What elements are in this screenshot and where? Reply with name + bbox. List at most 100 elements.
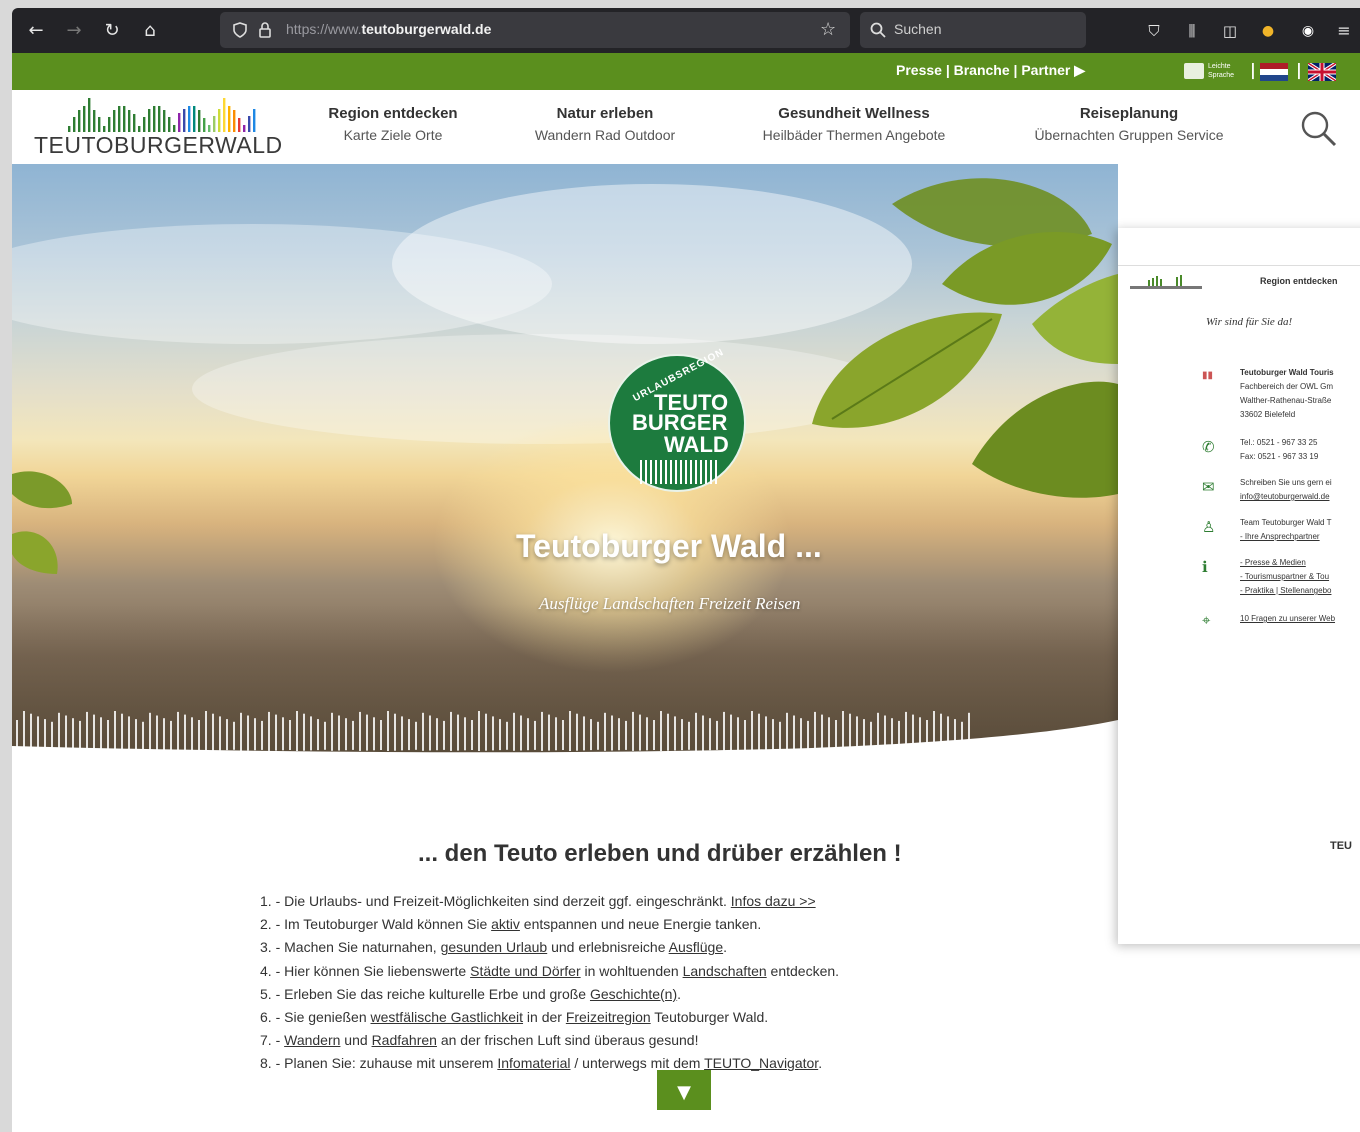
address-bar[interactable]: https://www.teutoburgerwald.de ☆ <box>220 12 850 48</box>
nav-natur-erleben[interactable]: Natur erleben Wandern Rad Outdoor <box>518 105 692 143</box>
library-icon[interactable]: ⫼ <box>1180 19 1204 43</box>
back-icon[interactable]: ← <box>24 19 48 43</box>
easy-language-button[interactable]: Leichte Sprache <box>1184 60 1244 82</box>
region-badge-logo: URLAUBSREGION TEUTO BURGER WALD <box>608 347 746 492</box>
site-logo[interactable]: TEUTOBURGERWALD <box>12 90 282 164</box>
leaves-left-image <box>12 471 72 574</box>
list-link[interactable]: Städte und Dörfer <box>470 963 581 979</box>
list-link[interactable]: TEUTO_Navigator <box>704 1055 818 1071</box>
list-link[interactable]: Geschichte(n) <box>590 986 677 1002</box>
list-text: an der frischen Luft sind überaus gesund… <box>436 1032 699 1049</box>
list-text: Teutoburger Wald. <box>650 1008 769 1025</box>
shield-icon <box>233 22 247 38</box>
write-line: Schreiben Sie uns gern ei <box>1240 478 1332 487</box>
list-item: 3. - Machen Sie naturnahen, gesunden Url… <box>260 936 839 959</box>
press-branch-partner-links[interactable]: Presse | Branche | Partner ▶ <box>896 62 1085 79</box>
list-link[interactable]: westfälische Gastlichkeit <box>371 1009 524 1025</box>
target-icon: ⌖ <box>1202 612 1211 629</box>
dutch-flag-icon[interactable] <box>1260 63 1288 81</box>
browser-search-field[interactable]: Suchen <box>860 12 1086 48</box>
contact-overlay-panel: Region entdecken Wir sind für Sie da! ▮▮… <box>1118 228 1360 944</box>
list-text: . <box>677 985 682 1002</box>
sidebar-icon[interactable]: ◫ <box>1218 19 1242 43</box>
press-link-text: - Presse & Medien <box>1240 558 1306 567</box>
panel-nav-label[interactable]: Region entdecken <box>1260 276 1338 286</box>
list-text: in der <box>523 1008 566 1025</box>
press-link[interactable]: - Presse & Medien <box>1240 556 1331 570</box>
hero-banner: URLAUBSREGION TEUTO BURGER WALD Teutobur… <box>12 164 1118 764</box>
browser-window: ← → ↻ ⌂ https://www.teutoburgerwald.de ☆… <box>12 8 1360 1132</box>
home-icon[interactable]: ⌂ <box>138 19 162 43</box>
list-text: 2. - Im Teutoburger Wald können Sie <box>260 916 492 933</box>
uk-flag-icon[interactable] <box>1308 63 1336 81</box>
list-link[interactable]: Landschaften <box>683 963 767 979</box>
org-line: Walther-Rathenau-Straße <box>1240 396 1332 405</box>
site-search-icon[interactable] <box>1300 110 1338 148</box>
list-text: 7. - <box>260 1032 285 1049</box>
org-logo-icon: ▮▮ <box>1202 370 1214 381</box>
bookmark-star-icon[interactable]: ☆ <box>820 19 836 40</box>
logo-bars-icon <box>68 98 256 132</box>
reload-icon[interactable]: ↻ <box>100 19 124 43</box>
list-link[interactable]: Ausflüge <box>669 939 723 955</box>
list-link[interactable]: aktiv <box>491 916 520 932</box>
nav-main-label: Region entdecken <box>328 105 458 122</box>
list-link[interactable]: Freizeitregion <box>566 1009 651 1025</box>
list-item: 2. - Im Teutoburger Wald können Sie akti… <box>260 913 839 936</box>
list-text: 4. - Hier können Sie liebenswerte <box>260 962 471 979</box>
nav-reiseplanung[interactable]: Reiseplanung Übernachten Gruppen Service <box>1016 105 1242 143</box>
contacts-link-text: - Ihre Ansprechpartner <box>1240 532 1320 541</box>
list-text: in wohltuenden <box>580 962 683 979</box>
contacts-link[interactable]: - Ihre Ansprechpartner <box>1240 530 1331 544</box>
org-line: Fachbereich der OWL Gm <box>1240 382 1334 391</box>
list-text: und erlebnisreiche <box>547 939 669 956</box>
mail-icon: ✉ <box>1202 479 1215 496</box>
list-item: 6. - Sie genießen westfälische Gastlichk… <box>260 1006 839 1029</box>
nav-sub-label: Wandern Rad Outdoor <box>534 127 676 143</box>
list-link[interactable]: Wandern <box>284 1032 340 1048</box>
account-icon[interactable]: ◉ <box>1296 19 1320 43</box>
jobs-link[interactable]: - Praktika | Stellenangebo <box>1240 584 1331 598</box>
highlights-list: 1. - Die Urlaubs- und Freizeit-Möglichke… <box>260 890 839 1076</box>
nav-main-label: Reiseplanung <box>1079 105 1179 122</box>
easy-language-label: Leichte Sprache <box>1208 63 1235 79</box>
divider: | <box>1296 60 1302 79</box>
easy-language-icon <box>1184 63 1204 79</box>
person-icon: ♙ <box>1202 519 1216 536</box>
nav-gesundheit-wellness[interactable]: Gesundheit Wellness Heilbäder Thermen An… <box>742 105 966 143</box>
list-text: 8. - Planen Sie: zuhause mit unserem <box>260 1055 498 1072</box>
nav-sub-label: Übernachten Gruppen Service <box>1034 127 1224 143</box>
phone-line: Tel.: 0521 - 967 33 25 <box>1240 438 1318 447</box>
list-link[interactable]: Radfahren <box>372 1032 437 1048</box>
org-line: 33602 Bielefeld <box>1240 410 1296 419</box>
nav-main-label: Gesundheit Wellness <box>778 105 930 122</box>
menu-icon[interactable]: ≡ <box>1332 19 1356 43</box>
faq-link-text: 10 Fragen zu unserer Web <box>1240 614 1336 623</box>
url-text: https://www.teutoburgerwald.de <box>286 21 492 37</box>
forward-icon[interactable]: → <box>62 19 86 43</box>
nav-region-entdecken[interactable]: Region entdecken Karte Ziele Orte <box>308 105 478 143</box>
list-link[interactable]: Infos dazu >> <box>731 893 816 909</box>
browser-toolbar: ← → ↻ ⌂ https://www.teutoburgerwald.de ☆… <box>12 8 1360 53</box>
email-link-text: info@teutoburgerwald.de <box>1240 492 1330 501</box>
extension-icon[interactable]: ● <box>1256 19 1280 43</box>
pocket-icon[interactable]: ⛉ <box>1142 19 1166 43</box>
email-link[interactable]: info@teutoburgerwald.de <box>1240 490 1332 504</box>
list-link[interactable]: gesunden Urlaub <box>441 939 548 955</box>
lock-icon <box>259 22 271 38</box>
partner-link[interactable]: - Tourismuspartner & Tou <box>1240 570 1331 584</box>
scroll-down-button[interactable]: ▼ <box>657 1070 711 1110</box>
list-link[interactable]: Infomaterial <box>497 1055 570 1071</box>
section-heading: ... den Teuto erleben und drüber erzähle… <box>418 840 902 867</box>
list-text: 3. - Machen Sie naturnahen, <box>260 939 441 956</box>
logo-text: TEUTOBURGERWALD <box>34 132 283 158</box>
faq-link[interactable]: 10 Fragen zu unserer Web <box>1240 612 1335 626</box>
list-item: 4. - Hier können Sie liebenswerte Städte… <box>260 960 839 983</box>
list-item: 8. - Planen Sie: zuhause mit unserem Inf… <box>260 1052 839 1075</box>
org-line: Teutoburger Wald Touris <box>1240 368 1334 377</box>
list-text: . <box>723 939 727 956</box>
nav-main-label: Natur erleben <box>556 105 654 122</box>
list-text: entspannen und neue Energie tanken. <box>519 916 762 933</box>
search-icon <box>870 22 886 38</box>
list-text: 1. - Die Urlaubs- und Freizeit-Möglichke… <box>260 893 731 909</box>
